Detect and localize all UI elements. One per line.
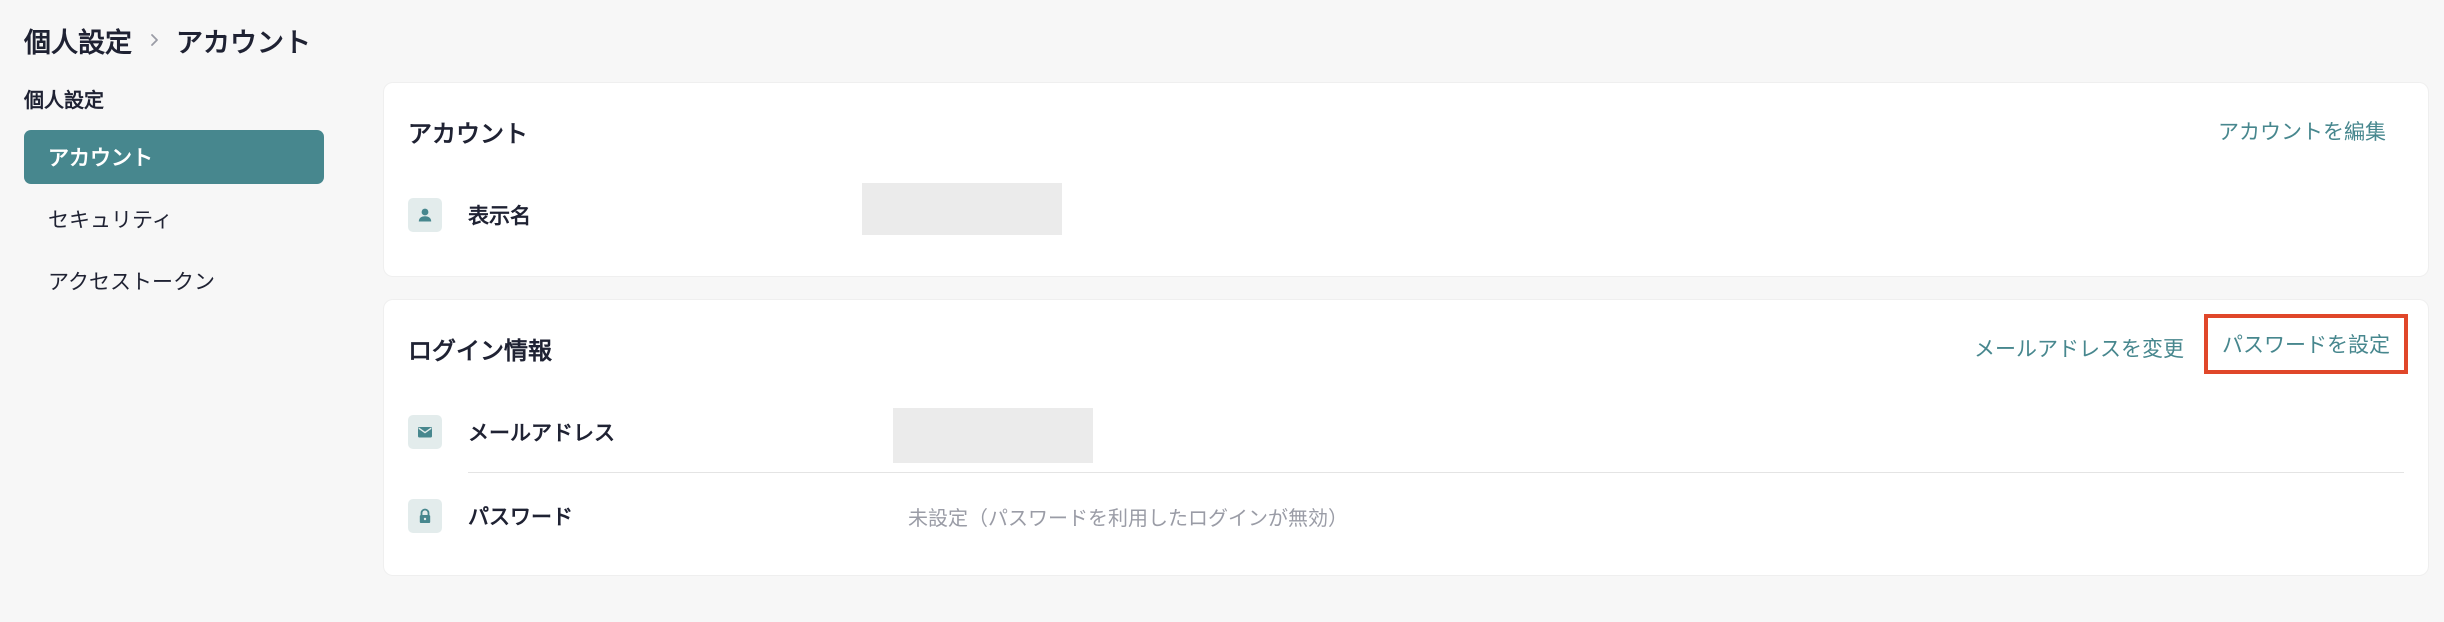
email-label: メールアドレス [468,421,615,445]
email-value [893,408,1093,463]
sidebar-item-security[interactable]: セキュリティ [24,192,324,246]
edit-account-link[interactable]: アカウントを編集 [2218,116,2386,146]
mail-icon [408,415,442,449]
row-divider [468,472,2404,473]
password-label: パスワード [468,505,573,529]
account-card-title: アカウント [408,120,528,148]
sidebar-item-account[interactable]: アカウント [24,130,324,184]
account-card: アカウント アカウントを編集 表示名 [384,83,2428,276]
display-name-label: 表示名 [468,204,531,228]
lock-icon [408,499,442,533]
set-password-link[interactable]: パスワードを設定 [2204,314,2408,374]
sidebar-item-label: アカウント [48,146,153,170]
display-name-value [862,183,1062,235]
set-password-label: パスワードを設定 [2222,333,2390,357]
login-info-title: ログイン情報 [408,337,552,365]
breadcrumb-parent[interactable]: 個人設定 [24,21,132,60]
change-email-link[interactable]: メールアドレスを変更 [1974,333,2184,363]
chevron-right-icon [146,32,162,48]
breadcrumb-current: アカウント [176,27,311,59]
sidebar-section-title: 個人設定 [24,88,104,112]
sidebar-item-label: セキュリティ [48,208,173,232]
login-info-card: ログイン情報 メールアドレスを変更 パスワードを設定 メールアドレス パスワード… [384,300,2428,575]
person-icon [408,198,442,232]
breadcrumb: 個人設定 アカウント [24,18,311,62]
password-status: 未設定（パスワードを利用したログインが無効） [908,506,1348,530]
sidebar: 個人設定 アカウント セキュリティ アクセストークン [24,86,324,316]
page: 個人設定 アカウント 個人設定 アカウント セキュリティ アクセストークン アカ… [0,0,2444,622]
sidebar-item-label: アクセストークン [48,270,215,294]
sidebar-item-access-tokens[interactable]: アクセストークン [24,254,324,308]
